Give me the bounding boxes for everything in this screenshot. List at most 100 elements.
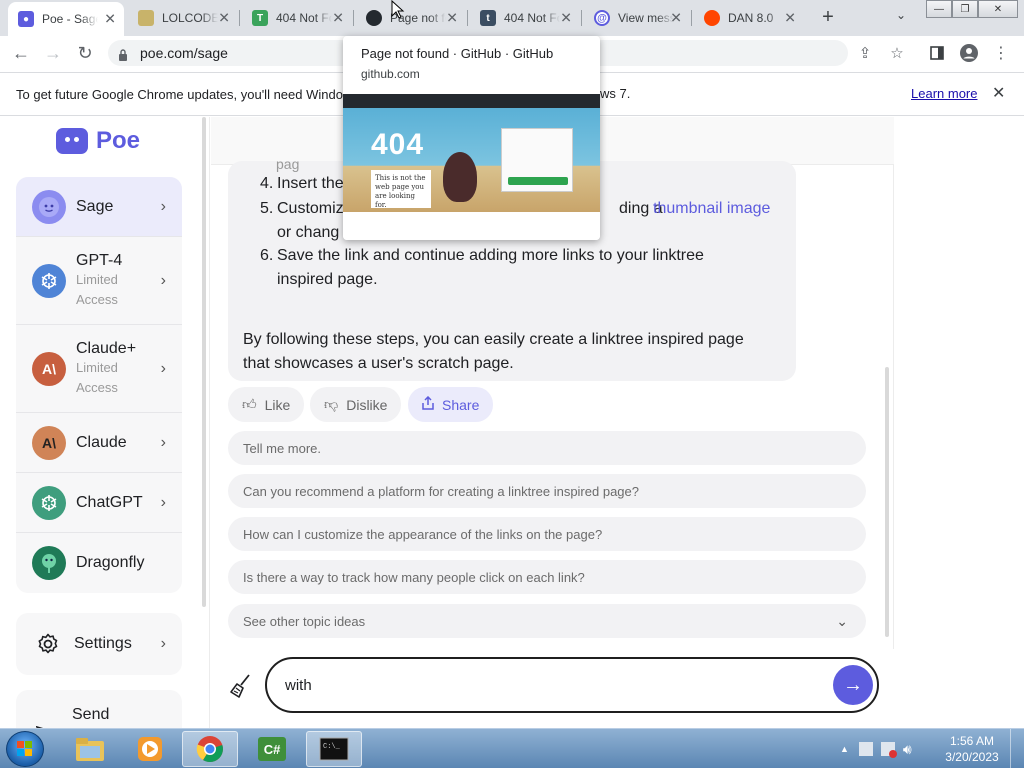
tab-hover-card: Page not found · GitHub · GitHub github.… [343,36,600,240]
see-more-label: See other topic ideas [243,613,366,629]
tab-dan[interactable]: DAN 8.0 ✕ [694,4,804,32]
octocat-icon [443,152,477,202]
tab-strip: ● Poe - Sage ✕ LOLCODE ✕ T 404 Not Found… [0,0,1024,36]
close-icon[interactable]: ✕ [446,10,458,27]
close-icon[interactable]: ✕ [670,10,682,27]
volume-icon[interactable]: 🔊︎ [903,741,912,758]
close-icon[interactable]: ✕ [784,10,796,27]
chevron-right-icon: › [160,635,166,652]
sage-avatar-icon [32,189,66,224]
close-icon[interactable]: ✕ [992,83,1005,103]
reload-button[interactable]: ↻ [74,42,96,64]
gear-icon [36,632,60,656]
taskbar-clock[interactable]: 1:56 AM 3/20/2023 [940,733,1004,765]
bot-subtitle: Limited Access [76,359,118,395]
like-button[interactable]: 👍︎ Like [228,387,305,422]
thumbnail-login-box [501,128,573,192]
tab-404-not-found[interactable]: T 404 Not Found ✕ [242,4,352,32]
minimize-button[interactable]: — [926,0,952,18]
new-tab-button[interactable]: + [816,6,840,29]
suggestion-text: Tell me more. [243,440,322,456]
bot-name: Claude+ [76,339,137,357]
sidebar-scrollbar[interactable] [202,117,206,607]
tab-404-tumblr[interactable]: t 404 Not Found ✕ [470,4,580,32]
close-icon[interactable]: ✕ [332,10,344,27]
sidebar-item-gpt-4[interactable]: GPT-4 Limited Access › [16,237,182,325]
suggestion-chip[interactable]: How can I customize the appearance of th… [228,517,866,551]
side-panel-icon[interactable] [928,44,946,62]
learn-more-link[interactable]: Learn more [911,86,977,101]
tab-view-messages[interactable]: @ View messages ✕ [584,4,690,32]
list-number: 4. [260,175,274,192]
chevron-right-icon: › [160,197,166,215]
poe-logo[interactable]: Poe [56,127,140,155]
share-button[interactable]: Share [408,387,494,422]
chrome-taskbar-button[interactable] [182,731,238,767]
show-hidden-icons-icon[interactable]: ▲ [840,744,849,754]
restore-button[interactable]: ❐ [952,0,978,18]
thumbnail-note: This is not the web page you are looking… [371,170,431,209]
mouse-cursor-icon [391,0,405,25]
arrow-right-icon: → [843,673,863,696]
close-window-button[interactable]: ✕ [978,0,1018,18]
action-center-flag-icon[interactable] [880,742,897,758]
tab-separator [691,10,692,26]
sidebar-item-claude[interactable]: A\ Claude › [16,413,182,473]
back-button[interactable]: ← [10,42,32,64]
network-icon[interactable] [858,742,873,756]
message-line: that showcases a user's scratch page. [243,355,514,372]
sidebar-item-chatgpt[interactable]: ChatGPT › [16,473,182,533]
settings-button[interactable]: Settings › [16,613,182,675]
openai-icon [32,263,66,298]
profile-avatar-icon[interactable] [960,44,978,62]
tab-github-page-not-found[interactable]: Page not found ✕ [356,4,466,32]
suggestion-chip[interactable]: Is there a way to track how many people … [228,560,866,594]
clear-context-broom-icon[interactable] [229,673,255,699]
share-page-icon[interactable]: ⇪ [856,44,874,62]
suggestion-chip[interactable]: Can you recommend a platform for creatin… [228,474,866,508]
see-other-topics-button[interactable]: See other topic ideas ⌄ [228,604,866,638]
tab-poe-sage[interactable]: ● Poe - Sage ✕ [8,2,124,36]
chevron-right-icon: › [160,359,166,377]
hover-card-title: Page not found · GitHub · GitHub [361,46,554,61]
message-composer: → [265,657,879,713]
close-icon[interactable]: ✕ [104,11,116,28]
cmd-taskbar-button[interactable]: C:\_ [306,731,362,767]
svg-text:C:\_: C:\_ [323,743,341,751]
tab-title: View messages [618,11,674,25]
send-button[interactable]: → [833,665,873,705]
sidebar-item-dragonfly[interactable]: Dragonfly [16,533,182,593]
bookmark-star-icon[interactable]: ☆ [888,44,906,62]
tab-search-icon[interactable]: ⌄ [896,8,906,22]
thumbnail-image-link[interactable]: thumbnail image [653,200,770,218]
sidebar-item-claude-plus[interactable]: A\ Claude+ Limited Access › [16,325,182,413]
hover-card-domain: github.com [361,67,420,81]
explorer-taskbar-button[interactable] [62,731,118,767]
tab-lolcode[interactable]: LOLCODE ✕ [128,4,238,32]
send-feedback-button[interactable]: Send › [16,690,182,728]
t-icon: T [252,10,268,26]
hover-card-thumbnail: 404 This is not the web page you are loo… [343,94,600,240]
suggestion-chip[interactable]: Tell me more. [228,431,866,465]
lock-icon [118,48,128,61]
message-line: Customiz [277,200,344,217]
dislike-button[interactable]: 👎︎ Dislike [310,387,402,422]
start-button[interactable] [6,731,44,767]
bot-name: GPT-4 [76,251,123,269]
sidebar-item-sage[interactable]: Sage › [16,177,182,237]
show-desktop-button[interactable] [1010,729,1024,768]
dislike-label: Dislike [346,396,388,413]
menu-kebab-icon[interactable]: ⋮ [992,44,1010,62]
forward-button[interactable]: → [42,42,64,64]
close-icon[interactable]: ✕ [218,10,230,27]
csharp-taskbar-button[interactable]: C# [244,731,300,767]
message-input[interactable] [285,673,805,697]
chat-scrollbar[interactable] [885,367,889,637]
url-text: poe.com/sage [140,45,228,61]
thumbs-up-icon: 👍︎ [242,396,257,412]
close-icon[interactable]: ✕ [560,10,572,27]
chevron-down-icon: ⌄ [836,612,848,629]
media-player-taskbar-button[interactable] [122,731,178,767]
chevron-right-icon: › [160,493,166,511]
poe-logo-icon [56,128,88,154]
